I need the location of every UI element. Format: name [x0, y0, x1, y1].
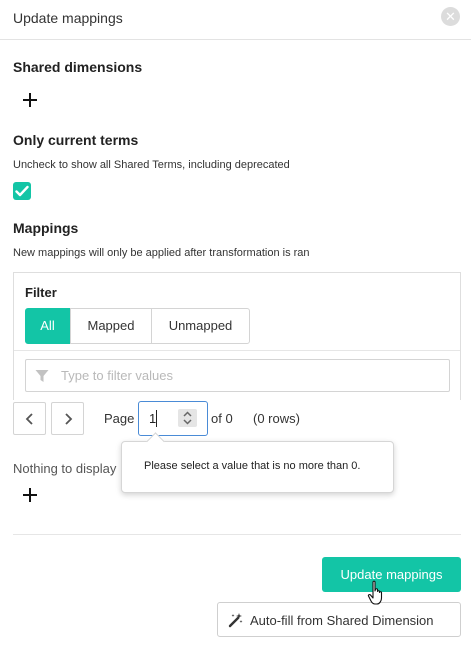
text-caret — [156, 410, 157, 427]
filter-search-placeholder: Type to filter values — [61, 368, 173, 383]
hand-pointer-cursor-icon — [367, 580, 383, 605]
auto-fill-label: Auto-fill from Shared Dimension — [250, 613, 434, 628]
only-current-terms-title: Only current terms — [13, 132, 139, 148]
chevron-left-icon — [25, 413, 33, 425]
filter-unmapped-button[interactable]: Unmapped — [151, 308, 250, 344]
dialog-title: Update mappings — [13, 10, 123, 26]
page-total-label: of 0 — [211, 411, 233, 426]
validation-tooltip: Please select a value that is no more th… — [121, 441, 394, 493]
filter-label: Filter — [25, 285, 57, 300]
checkmark-icon — [15, 185, 29, 197]
filter-mapped-button[interactable]: Mapped — [70, 308, 152, 344]
filter-all-button[interactable]: All — [25, 308, 70, 344]
filter-divider — [14, 350, 460, 351]
spinner-arrows-icon — [183, 411, 192, 425]
add-mapping-icon[interactable] — [23, 488, 37, 502]
footer-divider — [13, 534, 461, 535]
validation-message: Please select a value that is no more th… — [144, 460, 361, 472]
mappings-title: Mappings — [13, 220, 79, 236]
mappings-panel: Filter All Mapped Unmapped Type to filte… — [13, 272, 461, 400]
update-mappings-button[interactable]: Update mappings — [322, 557, 461, 592]
chevron-right-icon — [65, 413, 73, 425]
empty-state-text: Nothing to display — [13, 461, 117, 476]
mappings-hint: New mappings will only be applied after … — [13, 247, 310, 259]
only-current-terms-hint: Uncheck to show all Shared Terms, includ… — [13, 159, 290, 171]
magic-wand-icon — [228, 613, 243, 628]
filter-search-input[interactable]: Type to filter values — [25, 359, 450, 392]
add-shared-dimension-icon[interactable] — [23, 93, 37, 107]
page-number-input[interactable]: 1 — [138, 401, 208, 436]
funnel-icon — [35, 370, 49, 382]
auto-fill-button[interactable]: Auto-fill from Shared Dimension — [217, 602, 461, 637]
page-label: Page — [104, 411, 135, 426]
previous-page-button[interactable] — [13, 402, 46, 435]
close-icon[interactable]: ✕ — [441, 7, 460, 26]
page-spinner[interactable] — [178, 409, 197, 427]
shared-dimensions-title: Shared dimensions — [13, 59, 143, 75]
row-count-label: (0 rows) — [253, 411, 300, 426]
next-page-button[interactable] — [51, 402, 84, 435]
dialog-header: Update mappings ✕ — [0, 0, 471, 40]
only-current-terms-checkbox[interactable] — [13, 182, 31, 200]
